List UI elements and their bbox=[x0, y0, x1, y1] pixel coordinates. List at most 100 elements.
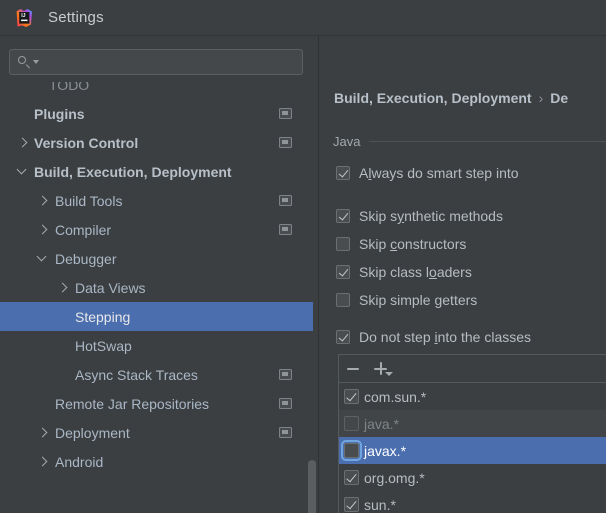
checkbox-skip-synthetic-methods[interactable]: Skip synthetic methods bbox=[336, 206, 503, 226]
chevron-right-icon[interactable] bbox=[38, 196, 47, 205]
list-item[interactable]: org.omg.* bbox=[339, 464, 606, 491]
sidebar-item-compiler[interactable]: Compiler bbox=[0, 215, 313, 244]
search-input[interactable] bbox=[39, 50, 302, 74]
breadcrumb-root[interactable]: Build, Execution, Deployment bbox=[334, 90, 532, 106]
sidebar-item-label: Deployment bbox=[55, 424, 130, 441]
sidebar-item-label: TODO bbox=[49, 82, 90, 93]
sidebar-item-plugins[interactable]: Plugins bbox=[0, 99, 313, 128]
checkbox-box[interactable] bbox=[344, 389, 359, 404]
minus-icon bbox=[347, 367, 359, 370]
checkbox-skip-constructors[interactable]: Skip constructors bbox=[336, 234, 466, 254]
chevron-right-icon[interactable] bbox=[38, 225, 47, 234]
sidebar-item-stepping[interactable]: Stepping bbox=[0, 302, 313, 331]
list-item-label: org.omg.* bbox=[364, 469, 425, 486]
settings-sidebar: TODO Plugins Version Control Build, Exec… bbox=[0, 36, 318, 513]
chevron-right-icon[interactable] bbox=[18, 138, 27, 147]
sidebar-item-label: Plugins bbox=[34, 105, 85, 122]
checkbox-box[interactable] bbox=[336, 166, 350, 180]
list-toolbar bbox=[339, 355, 606, 383]
sidebar-scrollbar[interactable] bbox=[308, 460, 316, 513]
sidebar-item-label: HotSwap bbox=[75, 337, 132, 354]
project-settings-badge-icon bbox=[279, 108, 292, 119]
intellij-idea-icon: IJ bbox=[14, 8, 34, 28]
list-item-label: java.* bbox=[364, 415, 400, 432]
list-item[interactable]: java.* bbox=[339, 410, 606, 437]
project-settings-badge-icon bbox=[279, 224, 292, 235]
checkbox-box[interactable] bbox=[336, 265, 350, 279]
sidebar-item-todo[interactable]: TODO bbox=[0, 82, 313, 99]
chevron-down-icon[interactable] bbox=[385, 372, 393, 376]
checkbox-label: Skip synthetic methods bbox=[359, 208, 503, 224]
checkbox-box[interactable] bbox=[344, 416, 359, 431]
checkbox-do-not-step-into-the-classes[interactable]: Do not step into the classes bbox=[336, 327, 531, 347]
project-settings-badge-icon bbox=[279, 137, 292, 148]
breadcrumb-separator-icon: › bbox=[538, 90, 544, 106]
settings-content-panel: Build, Execution, Deployment › De Java Alw… bbox=[319, 36, 606, 513]
sidebar-item-label: Async Stack Traces bbox=[75, 366, 198, 383]
project-settings-badge-icon bbox=[279, 195, 292, 206]
checkbox-box[interactable] bbox=[341, 440, 362, 461]
sidebar-item-async-stack-traces[interactable]: Async Stack Traces bbox=[0, 360, 313, 389]
checkbox-label: Skip simple getters bbox=[359, 292, 478, 308]
sidebar-item-build-tools[interactable]: Build Tools bbox=[0, 186, 313, 215]
checkbox-label: Skip constructors bbox=[359, 236, 467, 252]
list-item-label: sun.* bbox=[364, 496, 396, 513]
sidebar-item-label: Data Views bbox=[75, 279, 146, 296]
list-item-label: com.sun.* bbox=[364, 388, 427, 405]
class-exclusion-list: com.sun.* java.* javax.* org.omg.* sun.* bbox=[338, 354, 606, 513]
section-header-java: Java bbox=[333, 134, 606, 149]
sidebar-item-hotswap[interactable]: HotSwap bbox=[0, 331, 313, 360]
checkbox-box[interactable] bbox=[344, 470, 359, 485]
chevron-right-icon[interactable] bbox=[38, 428, 47, 437]
sidebar-item-label: Build, Execution, Deployment bbox=[34, 163, 232, 180]
remove-class-filter-button[interactable] bbox=[339, 355, 367, 382]
checkbox-box[interactable] bbox=[336, 330, 350, 344]
checkbox-box[interactable] bbox=[336, 237, 350, 251]
project-settings-badge-icon bbox=[279, 369, 292, 380]
plus-icon-vertical bbox=[379, 362, 382, 375]
checkbox-box[interactable] bbox=[336, 293, 350, 307]
title-bar: IJ Settings bbox=[0, 0, 606, 36]
chevron-right-icon[interactable] bbox=[38, 457, 47, 466]
search-box[interactable] bbox=[9, 49, 303, 75]
list-item-label: javax.* bbox=[364, 442, 407, 459]
list-item[interactable]: com.sun.* bbox=[339, 383, 606, 410]
chevron-right-icon[interactable] bbox=[58, 283, 67, 292]
checkbox-always-do-smart-step-into[interactable]: Always do smart step into bbox=[336, 163, 519, 183]
settings-tree[interactable]: TODO Plugins Version Control Build, Exec… bbox=[0, 82, 318, 513]
checkbox-label: Do not step into the classes bbox=[359, 329, 532, 345]
search-icon bbox=[18, 55, 31, 69]
checkbox-label: Skip class loaders bbox=[359, 264, 472, 280]
checkbox-skip-class-loaders[interactable]: Skip class loaders bbox=[336, 262, 472, 282]
checkbox-box[interactable] bbox=[344, 497, 359, 512]
sidebar-item-remote-jar-repositories[interactable]: Remote Jar Repositories bbox=[0, 389, 313, 418]
sidebar-item-debugger[interactable]: Debugger bbox=[0, 244, 313, 273]
add-class-filter-button[interactable] bbox=[367, 355, 395, 382]
breadcrumb-leaf: De bbox=[550, 90, 569, 106]
svg-text:IJ: IJ bbox=[21, 13, 25, 19]
sidebar-item-data-views[interactable]: Data Views bbox=[0, 273, 313, 302]
sidebar-item-label: Debugger bbox=[55, 250, 117, 267]
checkbox-skip-simple-getters[interactable]: Skip simple getters bbox=[336, 290, 477, 310]
project-settings-badge-icon bbox=[279, 398, 292, 409]
sidebar-item-label: Android bbox=[55, 453, 104, 470]
list-item[interactable]: sun.* bbox=[339, 491, 606, 513]
sidebar-item-label: Remote Jar Repositories bbox=[55, 395, 210, 412]
list-item[interactable]: javax.* bbox=[339, 437, 606, 464]
chevron-down-icon[interactable] bbox=[38, 254, 47, 263]
sidebar-item-android[interactable]: Android bbox=[0, 447, 313, 476]
chevron-down-icon[interactable] bbox=[18, 167, 27, 176]
sidebar-item-build-execution-deployment[interactable]: Build, Execution, Deployment bbox=[0, 157, 313, 186]
checkbox-box[interactable] bbox=[336, 209, 350, 223]
sidebar-item-deployment[interactable]: Deployment bbox=[0, 418, 313, 447]
sidebar-item-label: Build Tools bbox=[55, 192, 123, 209]
checkbox-label: Always do smart step into bbox=[359, 165, 519, 181]
sidebar-item-version-control[interactable]: Version Control bbox=[0, 128, 313, 157]
sidebar-item-label: Version Control bbox=[34, 134, 139, 151]
section-title: Java bbox=[333, 134, 361, 149]
breadcrumb: Build, Execution, Deployment › De bbox=[334, 90, 568, 106]
sidebar-item-label: Compiler bbox=[55, 221, 112, 238]
project-settings-badge-icon bbox=[279, 427, 292, 438]
settings-dialog: IJ Settings TODO Plugins Version Control… bbox=[0, 0, 606, 513]
window-title: Settings bbox=[48, 9, 104, 26]
